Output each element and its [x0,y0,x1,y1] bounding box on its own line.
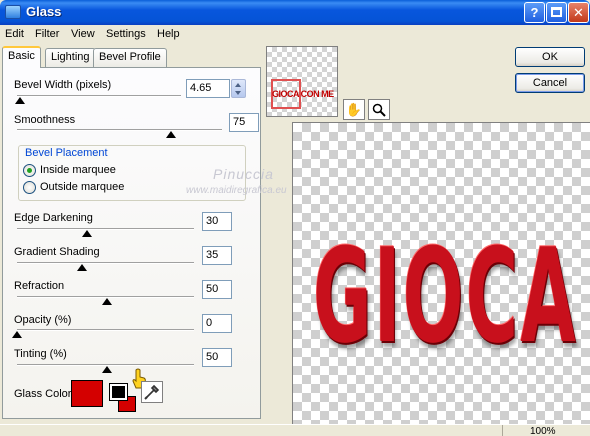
glass-color-label: Glass Color [14,388,72,400]
zoom-tool-button[interactable] [368,99,390,120]
smoothness-input[interactable]: 75 [229,113,259,132]
inside-marquee-radio[interactable] [23,164,36,177]
edge-darkening-label: Edge Darkening [14,212,93,224]
maximize-icon [551,7,562,17]
cancel-button[interactable]: Cancel [515,73,585,93]
inside-marquee-label[interactable]: Inside marquee [40,164,116,176]
bevel-width-slider-thumb[interactable] [15,97,26,104]
gradient-shading-slider-track[interactable] [17,262,194,264]
edge-darkening-slider-track[interactable] [17,228,194,230]
bevel-width-slider-track[interactable] [17,95,181,97]
navigator-thumbnail[interactable]: GIOCA CON ME [266,46,338,117]
refraction-label: Refraction [14,280,65,292]
preview-pane[interactable]: GIOCA C [292,122,590,424]
status-separator [502,425,503,436]
edge-darkening-slider-thumb[interactable] [81,230,92,237]
gradient-shading-slider-thumb[interactable] [76,264,87,271]
help-button[interactable]: ? [524,2,545,23]
gradient-shading-label: Gradient Shading [14,246,100,258]
outside-marquee-label[interactable]: Outside marquee [40,181,124,193]
ok-button[interactable]: OK [515,47,585,67]
help-icon: ? [530,5,539,20]
bevel-width-input[interactable]: 4.65 [186,79,230,98]
smoothness-slider-thumb[interactable] [165,131,176,138]
smoothness-slider-track[interactable] [17,129,222,131]
opacity-label: Opacity (%) [14,314,72,326]
foreground-color-swatch[interactable] [109,383,128,401]
menu-edit[interactable]: Edit [5,28,24,40]
menu-bar: Edit Filter View Settings Help [0,25,590,45]
tab-bevel-profile[interactable]: Bevel Profile [93,48,167,67]
glass-color-swatch[interactable] [71,380,103,407]
tinting-label: Tinting (%) [14,348,67,360]
eyedropper-button[interactable] [141,381,163,403]
zoom-magnifier-icon [372,103,386,117]
menu-view[interactable]: View [71,28,95,40]
bevel-width-spinner[interactable] [231,79,246,98]
window-title: Glass [26,4,62,19]
tab-basic[interactable]: Basic [2,46,41,68]
menu-filter[interactable]: Filter [35,28,59,40]
pan-hand-icon: ✋ [345,102,363,117]
opacity-slider-thumb[interactable] [12,331,22,338]
preview-glass-text: GIOCA C [313,220,590,372]
tinting-input[interactable]: 50 [202,348,232,367]
title-bar[interactable]: Glass ? ✕ [0,0,590,25]
eyedropper-icon [144,384,160,400]
watermark-name: Pinuccia [213,166,274,182]
outside-marquee-radio[interactable] [23,181,36,194]
menu-settings[interactable]: Settings [106,28,146,40]
opacity-input[interactable]: 0 [202,314,232,333]
close-button[interactable]: ✕ [568,2,589,23]
maximize-button[interactable] [546,2,567,23]
status-bar: 100% [0,424,590,436]
pan-tool-button[interactable]: ✋ [343,99,365,120]
opacity-slider-track[interactable] [17,329,194,331]
tinting-slider-thumb[interactable] [102,366,112,373]
watermark-url: www.maidiregrafica.eu [186,185,287,196]
refraction-input[interactable]: 50 [202,280,232,299]
thumbnail-text: GIOCA CON ME [272,89,334,99]
tab-lighting[interactable]: Lighting [45,48,96,67]
smoothness-label: Smoothness [14,114,76,126]
bevel-placement-title: Bevel Placement [23,147,110,159]
gradient-shading-input[interactable]: 35 [202,246,232,265]
zoom-level: 100% [530,426,556,436]
close-icon: ✕ [573,5,584,20]
app-icon [5,5,21,19]
edge-darkening-input[interactable]: 30 [202,212,232,231]
refraction-slider-thumb[interactable] [102,298,112,305]
bevel-width-label: Bevel Width (pixels) [14,79,112,91]
menu-help[interactable]: Help [157,28,180,40]
